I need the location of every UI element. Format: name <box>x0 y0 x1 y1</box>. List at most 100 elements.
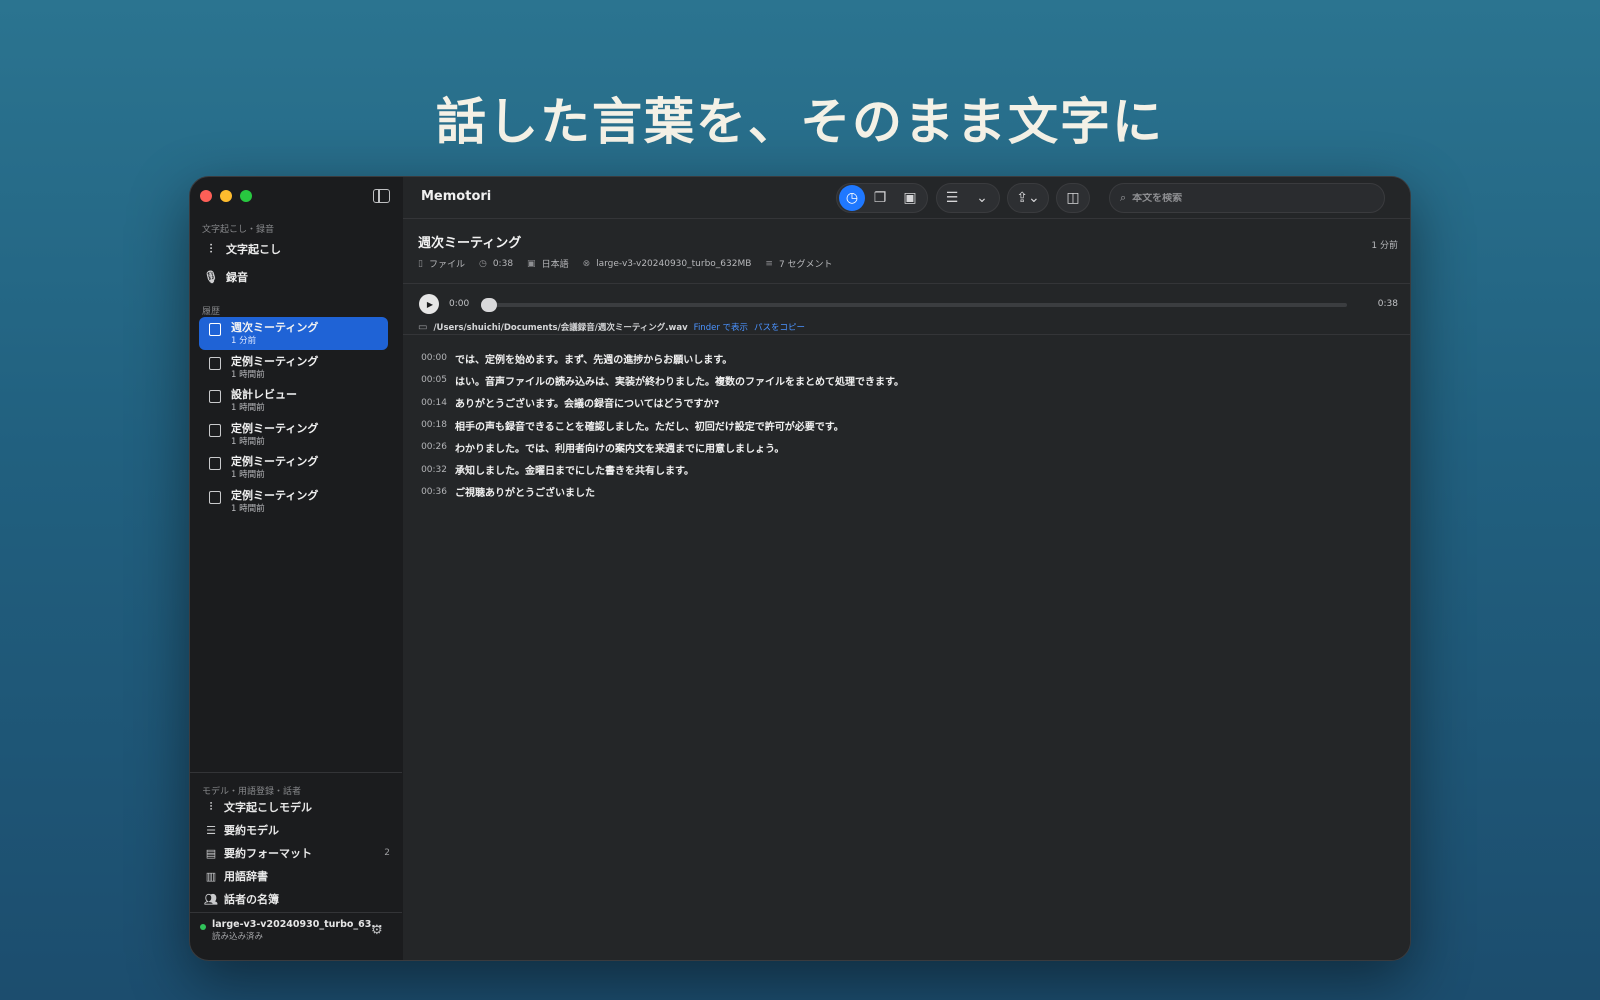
view-mode-group: ◷ ❐ ▣ <box>836 183 928 213</box>
format-count-badge: 2 <box>384 848 390 858</box>
history-title: 定例ミーティング <box>231 488 319 502</box>
transcript-segment[interactable]: 00:36 ご視聴ありがとうございました <box>403 481 1410 503</box>
history-item[interactable]: 定例ミーティング 1 時間前 <box>199 485 388 518</box>
microphone-icon: 🎙︎ <box>203 270 219 284</box>
segment-text: ありがとうございます。会議の録音についてはどうですか? <box>455 399 720 411</box>
people-icon: 👥︎ <box>204 892 218 906</box>
tool-item-speakers[interactable]: 👥︎ 話者の名簿 <box>202 889 390 909</box>
total-time: 0:38 <box>1377 299 1398 309</box>
seek-handle[interactable] <box>481 298 497 312</box>
nav-item-transcribe[interactable]: ⫶ 文字起こし <box>200 237 390 261</box>
document-icon <box>209 490 221 504</box>
file-path-row: ▭ /Users/shuichi/Documents/会議録音/週次ミーティング… <box>418 321 811 334</box>
history-time: 1 時間前 <box>231 470 265 480</box>
app-window: 文字起こし・録音 ⫶ 文字起こし 🎙︎ 録音 履歴 週次ミーティング 1 分前 定… <box>189 176 1411 961</box>
history-item[interactable]: 定例ミーティング 1 時間前 <box>199 418 388 451</box>
toolbar: Memotori ◷ ❐ ▣ ☰ ⌄ ⇪⌄ ◫ ⌕ <box>403 177 1410 219</box>
segment-timestamp[interactable]: 00:05 <box>403 375 455 385</box>
history-item[interactable]: 週次ミーティング 1 分前 <box>199 317 388 350</box>
inspector-toggle-icon[interactable]: ◫ <box>1057 185 1089 211</box>
segment-timestamp[interactable]: 00:26 <box>403 442 455 452</box>
search-input[interactable] <box>1132 192 1353 204</box>
summary-icon[interactable]: ▣ <box>895 185 925 211</box>
history-item[interactable]: 設計レビュー 1 時間前 <box>199 384 388 417</box>
close-window-button[interactable] <box>200 190 212 202</box>
copy-icon[interactable]: ❐ <box>865 185 895 211</box>
transcript-segment[interactable]: 00:26 わかりました。では、利用者向けの案内文を来週までに用意しましょう。 <box>403 436 1410 458</box>
history-time: 1 時間前 <box>231 436 265 447</box>
file-icon: ▯ <box>418 258 423 269</box>
sidebar-toggle-icon[interactable] <box>373 189 390 203</box>
transcript-segments: 00:00 では、定例を始めます。まず、先週の進捗からお願いします。 00:05 はい… <box>403 347 1410 503</box>
tool-item-transcription-model[interactable]: ⫶ 文字起こしモデル <box>202 797 390 817</box>
share-icon[interactable]: ⇪⌄ <box>1008 185 1048 211</box>
transcript-segment[interactable]: 00:00 では、定例を始めます。まず、先週の進捗からお願いします。 <box>403 347 1410 369</box>
app-title: Memotori <box>421 189 492 204</box>
meta-language: 日本語 <box>541 260 569 270</box>
tool-item-summary-model[interactable]: ☰ 要約モデル <box>202 820 390 840</box>
segments-icon: ≡ <box>765 258 773 269</box>
main-pane: Memotori ◷ ❐ ▣ ☰ ⌄ ⇪⌄ ◫ ⌕ 週次ミーティング <box>403 177 1410 960</box>
sidebar-divider <box>190 772 402 773</box>
segment-timestamp[interactable]: 00:18 <box>403 420 455 430</box>
document-title: 週次ミーティング <box>418 236 522 251</box>
meta-model: large-v3-v20240930_turbo_632MB <box>596 258 752 269</box>
book-icon: ▥ <box>205 869 217 883</box>
gear-icon[interactable]: ⚙ <box>371 923 383 938</box>
seek-track[interactable] <box>481 303 1347 307</box>
format-menu-group: ☰ ⌄ <box>936 183 1000 213</box>
document-timestamp: 1 分前 <box>1371 241 1398 251</box>
transcript-segment[interactable]: 00:32 承知しました。金曜日までにした書きを共有します。 <box>403 458 1410 480</box>
window-controls <box>200 190 252 202</box>
model-status: large-v3-v20240930_turbo_63... 読み込み済み <box>200 919 390 942</box>
text-format-icon[interactable]: ☰ <box>937 185 967 211</box>
tool-item-summary-format[interactable]: ▤ 要約フォーマット 2 <box>202 843 390 863</box>
history-title: 定例ミーティング <box>231 421 319 435</box>
share-group: ⇪⌄ <box>1007 183 1049 213</box>
nav-item-label: 録音 <box>226 271 248 284</box>
clock-icon[interactable]: ◷ <box>839 185 865 211</box>
history-title: 定例ミーティング <box>231 455 319 468</box>
chevron-down-icon[interactable]: ⌄ <box>967 185 997 211</box>
copy-path-link[interactable]: パスをコピー <box>754 321 805 333</box>
tool-item-glossary[interactable]: ▥ 用語辞書 <box>202 866 390 886</box>
play-icon[interactable]: ▶ <box>419 294 439 314</box>
language-icon: ▣ <box>527 258 536 269</box>
show-in-finder-link[interactable]: Finder で表示 <box>694 321 748 333</box>
segment-timestamp[interactable]: 00:14 <box>403 398 455 408</box>
tool-item-label: 要約フォーマット <box>224 847 312 860</box>
tool-item-label: 用語辞書 <box>224 870 268 883</box>
waveform-icon: ⫶ <box>209 241 213 256</box>
zoom-window-button[interactable] <box>240 190 252 202</box>
transcript-segment[interactable]: 00:05 はい。音声ファイルの読み込みは、実装が終わりました。複数のファイルをま… <box>403 369 1410 391</box>
document-icon <box>209 390 221 403</box>
file-path: /Users/shuichi/Documents/会議録音/週次ミーティング.w… <box>433 323 688 333</box>
history-item[interactable]: 定例ミーティング 1 時間前 <box>199 451 388 484</box>
nav-item-record[interactable]: 🎙︎ 録音 <box>200 265 390 289</box>
segment-timestamp[interactable]: 00:32 <box>403 465 455 475</box>
audio-player: ▶ 0:00 0:38 ▭ /Users/shuichi/Documents/会… <box>403 285 1410 335</box>
transcript-segment[interactable]: 00:18 相手の声も録音できることを確認しました。ただし、初回だけ設定で許可が必… <box>403 414 1410 436</box>
transcript-segment[interactable]: 00:14 ありがとうございます。会議の録音についてはどうですか? <box>403 392 1410 414</box>
history-item[interactable]: 定例ミーティング 1 時間前 <box>199 351 388 384</box>
meta-source: ファイル <box>428 260 465 270</box>
document-icon <box>209 323 221 336</box>
document-meta: ▯ ファイル ◷ 0:38 ▣ 日本語 ⊗ large-v3-v20240930… <box>418 257 847 271</box>
status-dot-icon <box>200 924 206 930</box>
model-status-text: 読み込み済み <box>212 932 264 942</box>
history-time: 1 時間前 <box>231 403 265 413</box>
segment-text: はい。音声ファイルの読み込みは、実装が終わりました。複数のファイルをまとめて処理… <box>455 376 904 388</box>
section-label-history: 履歴 <box>202 307 221 317</box>
search-icon: ⌕ <box>1120 191 1127 204</box>
history-title: 定例ミーティング <box>231 354 319 368</box>
section-label-transcribe: 文字起こし・録音 <box>202 225 275 235</box>
search-box[interactable]: ⌕ <box>1109 183 1385 213</box>
document-icon <box>209 423 221 437</box>
tool-item-label: 要約モデル <box>224 824 279 837</box>
current-time: 0:00 <box>449 299 470 309</box>
minimize-window-button[interactable] <box>220 190 232 202</box>
segment-timestamp[interactable]: 00:00 <box>403 353 455 363</box>
history-title: 週次ミーティング <box>231 321 319 334</box>
segment-timestamp[interactable]: 00:36 <box>403 487 455 497</box>
waveform-icon: ⫶ <box>209 800 213 813</box>
